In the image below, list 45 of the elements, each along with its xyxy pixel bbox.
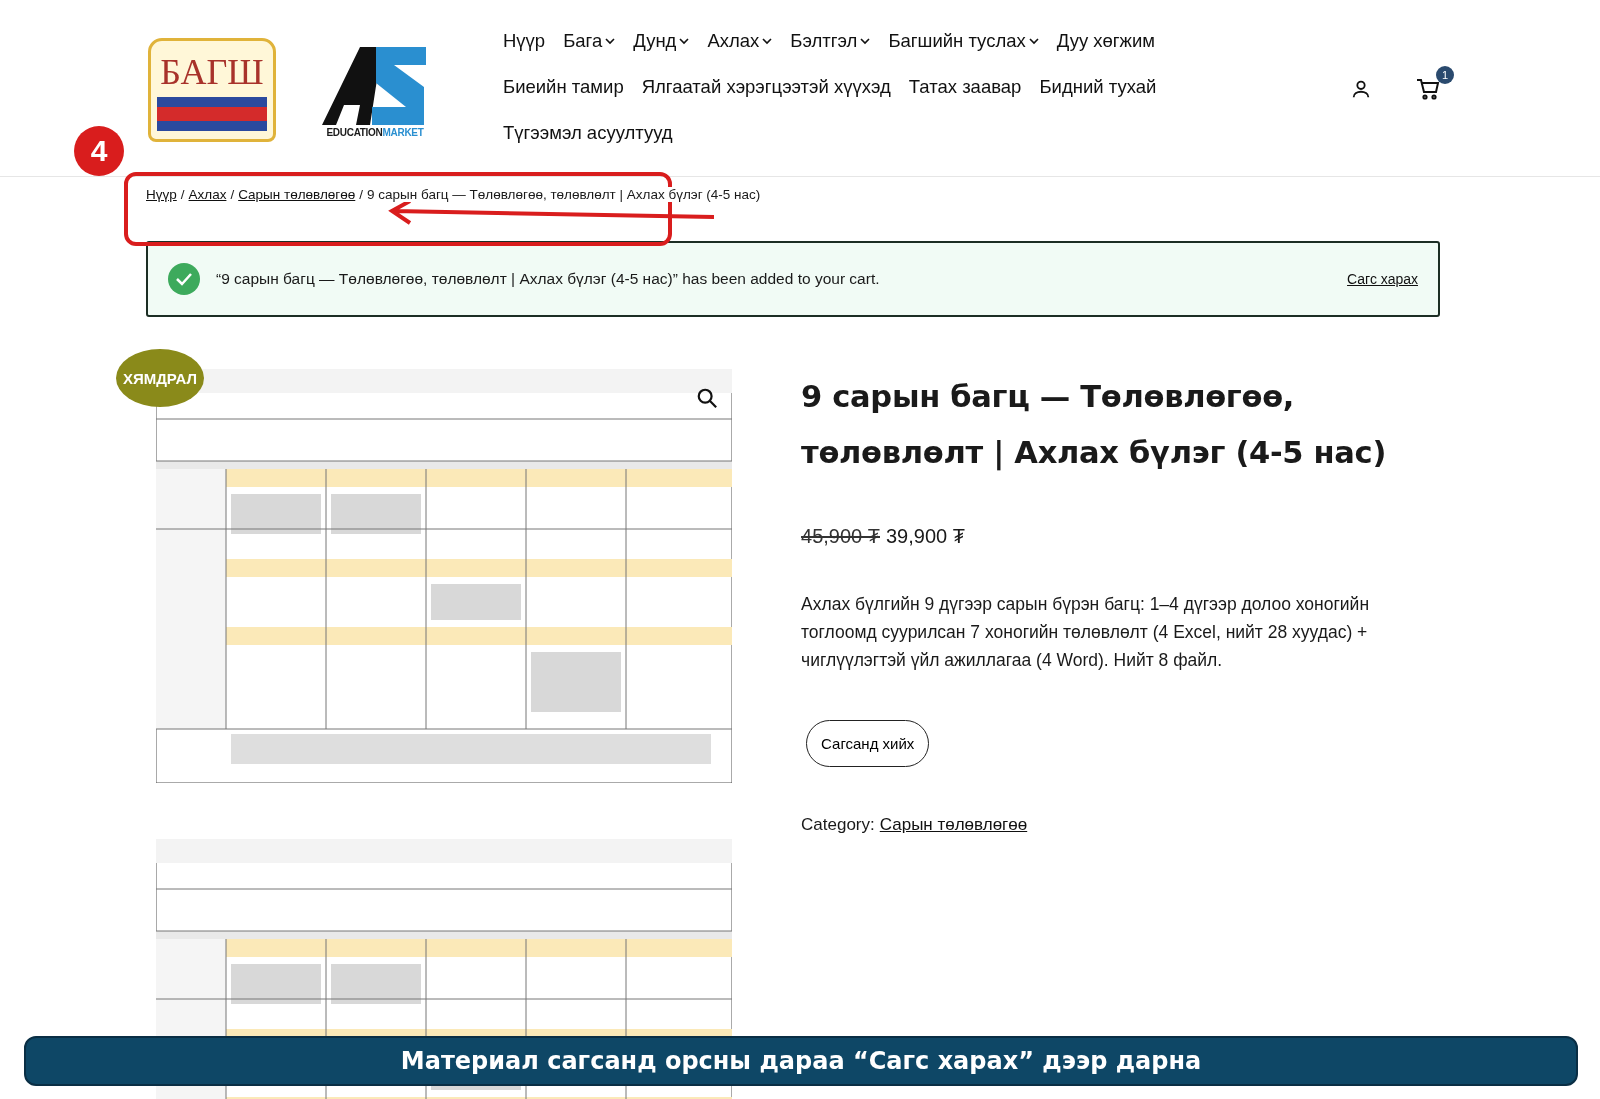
nav-link[interactable]: Ахлах xyxy=(707,30,773,52)
chevron-icon xyxy=(860,37,871,45)
logo-text: БАГШ xyxy=(160,51,264,93)
sale-badge: ХЯМДРАЛ xyxy=(116,349,204,407)
zoom-icon[interactable] xyxy=(696,387,718,409)
nav-link[interactable]: Дуу хөгжим xyxy=(1056,30,1156,52)
chevron-icon xyxy=(679,37,690,45)
nav-link[interactable]: Биеийн тамир xyxy=(503,76,624,98)
old-price: 45,900 ₮ xyxy=(801,525,880,548)
breadcrumb-separator: / xyxy=(359,187,364,202)
chevron-icon xyxy=(762,37,773,45)
breadcrumb-current: 9 сарын багц — Төлөвлөгөө, төлөвлөлт | Ахлах бүлэг (4-5 нас) xyxy=(367,187,761,202)
check-icon xyxy=(168,263,200,295)
breadcrumb-separator: / xyxy=(180,187,185,202)
breadcrumb-link[interactable]: Сарын төлөвлөгөө xyxy=(238,187,356,202)
nav-link[interactable]: Багшийн туслах xyxy=(888,30,1039,52)
step-number: 4 xyxy=(74,126,124,176)
flag-icon xyxy=(157,97,267,133)
nav-link[interactable]: Бага xyxy=(563,30,616,52)
product-description: Ахлах бүлгийн 9 дүгээр сарын бүрэн багц: 1–4 дүгээр долоо хоногийн тоглоомд суурилсан 7 хоногийн төлөвлөлт (4 Excel, нийт 28 хуудас) + чиглүүлэгтэй үйл ажиллагаа (4 Word). Нийт 8 файл. xyxy=(801,593,1371,672)
breadcrumb-separator: / xyxy=(230,187,235,202)
product-title: 9 сарын багц — Төлөвлөгөө, төлөвлөлт | Ахлах бүлэг (4-5 нас) xyxy=(801,378,1388,473)
chevron-icon xyxy=(605,37,616,45)
view-cart-link[interactable]: Сагс харах xyxy=(1347,271,1418,287)
nav-link[interactable]: Түгээмэл асуултууд xyxy=(503,122,673,144)
nav-link[interactable]: Бэлтгэл xyxy=(790,30,871,52)
nav-link[interactable]: Ялгаатай хэрэгцээтэй хүүхэд xyxy=(641,76,891,98)
account-icon[interactable] xyxy=(1350,78,1372,100)
nav-link[interactable]: Бидний тухай xyxy=(1039,76,1157,98)
caption-banner: Материал сагсанд орсны дараа “Сагс харах” дээр дарна xyxy=(24,1036,1578,1086)
breadcrumb-link[interactable]: Ахлах xyxy=(188,187,227,202)
cart-icon[interactable] xyxy=(1416,78,1440,100)
logo-text: EDUCATIONMARKET xyxy=(326,126,424,138)
nav-link[interactable]: Нүүр xyxy=(503,30,546,52)
category-label: Category: xyxy=(801,815,875,835)
nav-link[interactable]: Дунд xyxy=(633,30,690,52)
logo[interactable]: БАГШ xyxy=(148,38,276,142)
cart-count: 1 xyxy=(1436,66,1454,84)
nav-link[interactable]: Татах заавар xyxy=(908,76,1022,98)
chevron-icon xyxy=(1028,37,1039,45)
add-to-cart-button[interactable]: Сагсанд хийх xyxy=(806,720,930,767)
breadcrumb-link[interactable]: Нүүр xyxy=(146,187,177,202)
notice-message: “9 сарын багц — Төлөвлөгөө, төлөвлөлт | Ахлах бүлэг (4-5 нас)” has been added to your cart. xyxy=(216,270,881,288)
category-link[interactable]: Сарын төлөвлөгөө xyxy=(879,815,1028,835)
price: 39,900 ₮ xyxy=(886,525,965,548)
